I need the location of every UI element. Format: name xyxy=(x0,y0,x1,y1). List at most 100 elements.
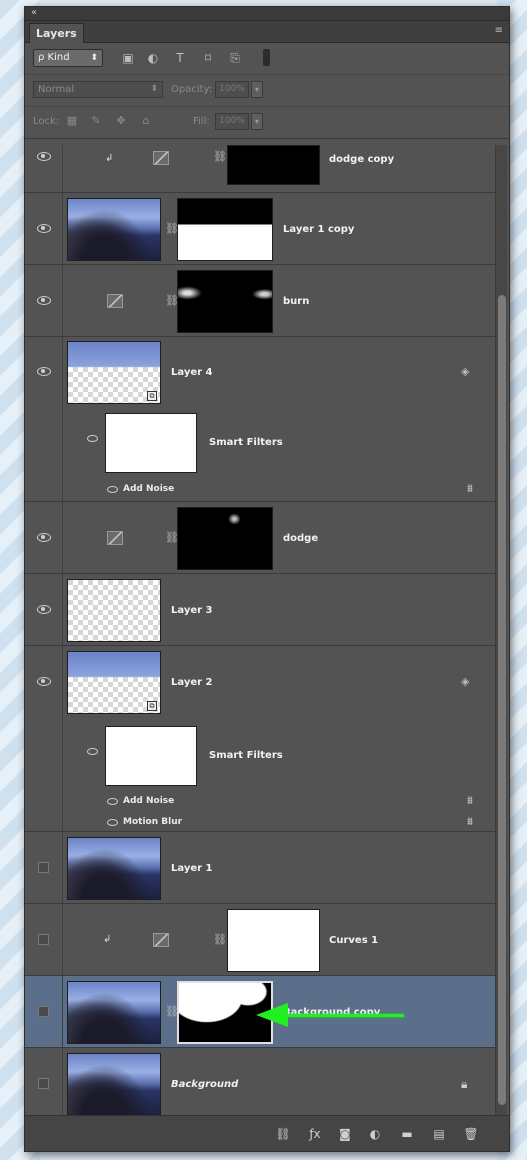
adjustment-filter-icon[interactable]: ◐ xyxy=(146,51,160,65)
blend-row: Normal ⬍ Opacity: 100% ▾ xyxy=(25,75,509,107)
panel-menu-icon[interactable]: ≡ xyxy=(495,25,503,36)
smart-filters-eye-icon[interactable] xyxy=(87,748,98,755)
opacity-label: Opacity: xyxy=(171,84,213,95)
blend-mode-select[interactable]: Normal ⬍ xyxy=(33,81,163,98)
visibility-column xyxy=(25,502,63,573)
opacity-dropdown-icon[interactable]: ▾ xyxy=(251,81,263,98)
kind-filter-select[interactable]: ρ Kind ⬍ xyxy=(33,49,103,67)
lock-position-icon[interactable]: ✥ xyxy=(114,114,128,128)
link-icon[interactable]: ⛓ xyxy=(275,1126,291,1142)
layer-mask-thumbnail[interactable] xyxy=(227,145,320,185)
eye-icon[interactable] xyxy=(37,152,51,161)
layer-row-layer-1-copy[interactable]: ⛓ Layer 1 copy xyxy=(25,193,495,265)
smart-filter-mask-thumbnail[interactable] xyxy=(105,726,197,786)
smart-filter-mask-thumbnail[interactable] xyxy=(105,413,197,473)
layer-thumbnail[interactable] xyxy=(67,1053,161,1116)
smart-object-filter-icon[interactable]: ⎘ xyxy=(228,51,242,65)
eye-icon[interactable] xyxy=(37,224,51,233)
lock-image-icon[interactable]: ✎ xyxy=(89,114,103,128)
smart-filter-visibility-icon[interactable]: ◈ xyxy=(461,675,469,688)
delete-icon[interactable]: 🗑︎ xyxy=(463,1126,479,1142)
panel-tabs: Layers ≡ xyxy=(25,21,509,43)
layers-list: ↲ ⛓ dodge copy ⛓ Layer 1 copy ⛓ burn ⧉ L… xyxy=(25,145,495,1117)
layer-row-layer-4[interactable]: ⧉ Layer 4 ◈ Smart Filters Add Noise ⩩ xyxy=(25,337,495,502)
eye-icon[interactable] xyxy=(37,367,51,376)
eye-icon[interactable] xyxy=(37,296,51,305)
fill-input[interactable]: 100% xyxy=(215,113,249,130)
lock-all-icon[interactable]: ⌂ xyxy=(139,114,153,128)
filter-toggle-switch[interactable] xyxy=(263,49,270,66)
lock-icon[interactable]: 🔒︎ xyxy=(461,1077,467,1092)
layer-mask-thumbnail[interactable] xyxy=(177,507,273,570)
visibility-column xyxy=(25,574,63,645)
visibility-column xyxy=(25,976,63,1047)
annotation-arrow-shaft xyxy=(286,1014,404,1017)
layer-mask-thumbnail[interactable] xyxy=(177,270,273,333)
layer-name: Layer 1 xyxy=(171,863,213,874)
hidden-visibility-box[interactable] xyxy=(38,862,49,873)
layer-thumbnail[interactable] xyxy=(67,579,161,642)
fx-icon[interactable]: ƒx xyxy=(307,1126,323,1142)
fill-label: Fill: xyxy=(193,116,210,127)
smart-object-badge-icon: ⧉ xyxy=(147,391,157,401)
scrollbar-thumb[interactable] xyxy=(498,295,506,1105)
filter-blending-options-icon[interactable]: ⩩ xyxy=(467,815,473,829)
layers-scrollbar[interactable] xyxy=(495,145,507,1117)
layer-name: Layer 3 xyxy=(171,605,213,616)
fill-dropdown-icon[interactable]: ▾ xyxy=(251,113,263,130)
layer-mask-thumbnail[interactable] xyxy=(177,198,273,261)
add-mask-icon[interactable]: ◙ xyxy=(337,1126,353,1142)
filter-name: Motion Blur xyxy=(123,817,183,827)
filter-eye-icon[interactable] xyxy=(107,819,118,826)
eye-icon[interactable] xyxy=(37,677,51,686)
visibility-column xyxy=(25,337,63,501)
layer-mask-thumbnail[interactable] xyxy=(227,909,320,972)
filter-name: Add Noise xyxy=(123,796,175,806)
smart-filters-eye-icon[interactable] xyxy=(87,435,98,442)
tab-layers[interactable]: Layers xyxy=(29,23,84,43)
layer-name: burn xyxy=(283,296,310,307)
layer-thumbnail[interactable] xyxy=(67,198,161,261)
filter-eye-icon[interactable] xyxy=(107,798,118,805)
panel-title-strip: « xyxy=(25,7,509,21)
chain-link-icon[interactable]: ⛓ xyxy=(213,151,227,163)
image-filter-icon[interactable]: ▣ xyxy=(121,51,135,65)
eye-icon[interactable] xyxy=(37,605,51,614)
layer-thumbnail[interactable] xyxy=(67,981,161,1044)
type-filter-icon[interactable]: T xyxy=(173,51,187,65)
shape-filter-icon[interactable]: ⌑ xyxy=(201,51,215,65)
smart-filter-visibility-icon[interactable]: ◈ xyxy=(461,365,469,378)
lock-row: Lock: ▦ ✎ ✥ ⌂ Fill: 100% ▾ xyxy=(25,107,509,139)
filter-name: Add Noise xyxy=(123,484,175,494)
filter-blending-options-icon[interactable]: ⩩ xyxy=(467,794,473,808)
filter-eye-icon[interactable] xyxy=(107,486,118,493)
lock-label: Lock: xyxy=(33,116,60,127)
hidden-visibility-box[interactable] xyxy=(38,934,49,945)
opacity-input[interactable]: 100% xyxy=(215,81,249,98)
layer-row-layer-2[interactable]: ⧉ Layer 2 ◈ Smart Filters Add Noise ⩩ Mo… xyxy=(25,646,495,832)
collapse-icon[interactable]: « xyxy=(31,7,37,19)
chain-link-icon[interactable]: ⛓ xyxy=(213,934,227,946)
smart-object-badge-icon: ⧉ xyxy=(147,701,157,711)
new-group-icon[interactable]: ▬ xyxy=(399,1126,415,1142)
smart-filters-label: Smart Filters xyxy=(209,750,283,761)
eye-icon[interactable] xyxy=(37,533,51,542)
layer-row-background[interactable]: Background 🔒︎ xyxy=(25,1048,495,1117)
filter-blending-options-icon[interactable]: ⩩ xyxy=(467,482,473,496)
hidden-visibility-box[interactable] xyxy=(38,1006,49,1017)
visibility-column xyxy=(25,193,63,264)
hidden-visibility-box[interactable] xyxy=(38,1078,49,1089)
layer-row-layer-3[interactable]: Layer 3 xyxy=(25,574,495,646)
layer-thumbnail[interactable] xyxy=(67,837,161,900)
layer-name: Layer 4 xyxy=(171,367,213,378)
layer-row-dodge[interactable]: ⛓ dodge xyxy=(25,502,495,574)
layer-row-curves-1[interactable]: ↲ ⛓ Curves 1 xyxy=(25,904,495,976)
new-layer-icon[interactable]: ▤ xyxy=(431,1126,447,1142)
layer-row-burn[interactable]: ⛓ burn xyxy=(25,265,495,337)
layer-row-dodge-copy[interactable]: ↲ ⛓ dodge copy xyxy=(25,145,495,193)
new-adjustment-icon[interactable]: ◐ xyxy=(367,1126,383,1142)
lock-transparent-icon[interactable]: ▦ xyxy=(65,114,79,128)
clipping-indicator-icon: ↲ xyxy=(105,153,114,164)
layers-panel: « Layers ≡ ρ Kind ⬍ ▣ ◐ T ⌑ ⎘ Normal ⬍ O… xyxy=(24,6,510,1152)
layer-row-layer-1[interactable]: Layer 1 xyxy=(25,832,495,904)
